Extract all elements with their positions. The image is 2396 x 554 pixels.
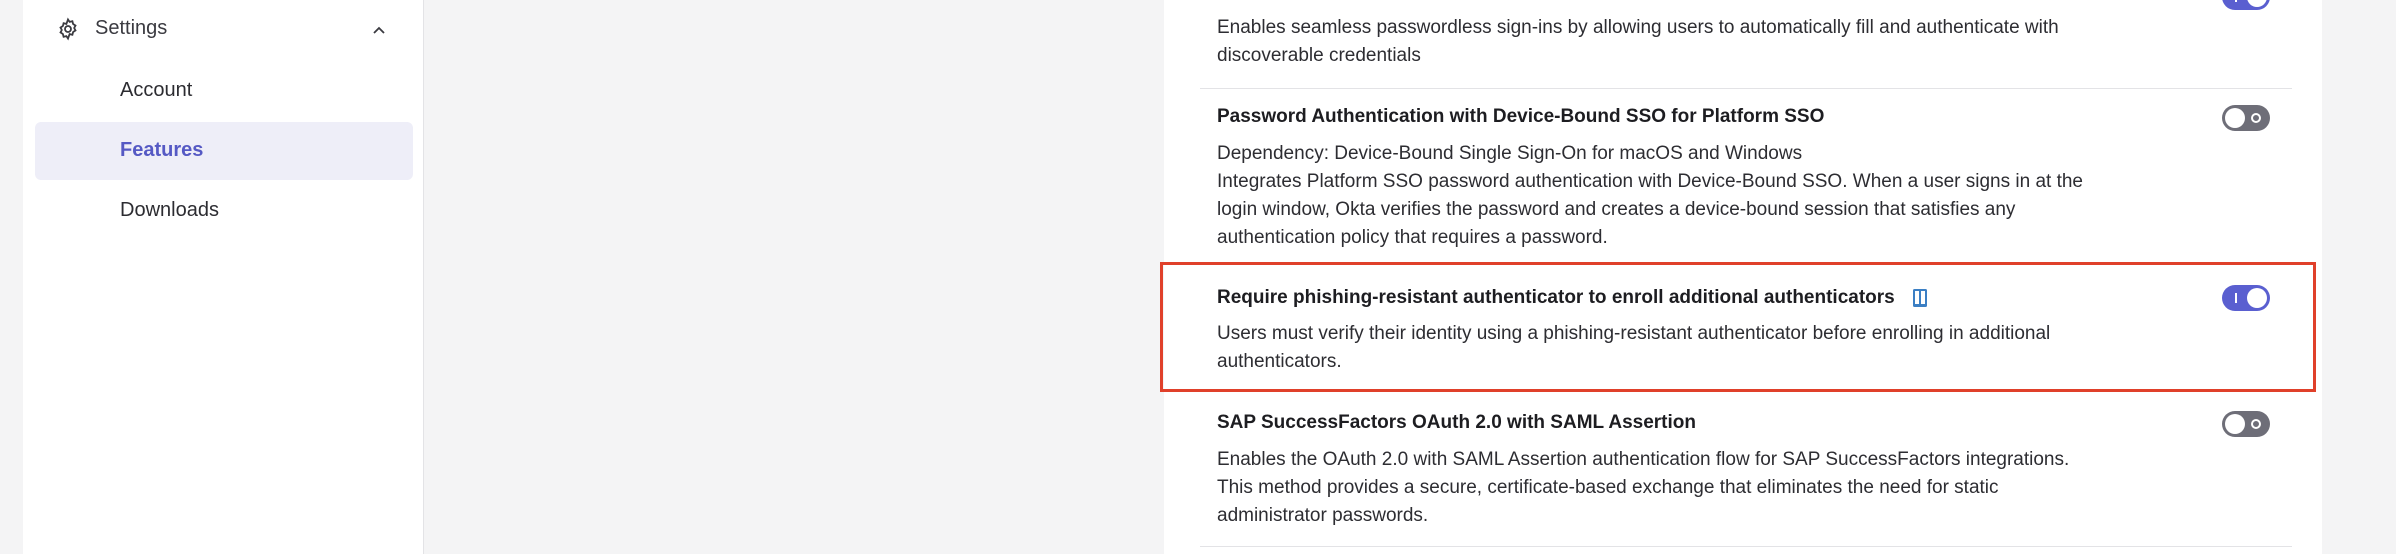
gear-icon: [59, 17, 77, 41]
feature-description: Enables the OAuth 2.0 with SAML Assertio…: [1217, 446, 2122, 530]
feature-description-line: Users must verify their identity using a…: [1217, 323, 2051, 344]
toggle-off-mark: [2251, 419, 2261, 429]
feature-toggle[interactable]: [2222, 285, 2270, 311]
feature-row: Password Authentication with Device-Boun…: [1164, 88, 2322, 260]
feature-description-line: discoverable credentials: [1217, 45, 1421, 66]
toggle-knob: [2247, 0, 2267, 7]
toggle-knob: [2225, 108, 2245, 128]
feature-description-line: Integrates Platform SSO password authent…: [1217, 171, 2083, 192]
feature-title: Password Authentication with Device-Boun…: [1217, 106, 1825, 127]
features-panel: Enables seamless passwordless sign-ins b…: [1164, 0, 2322, 554]
feature-description-line: authenticators.: [1217, 351, 1342, 372]
feature-description-line: authentication policy that requires a pa…: [1217, 227, 1608, 248]
book-icon: [1913, 289, 1927, 307]
toggle-on-mark: [2235, 293, 2237, 303]
feature-description-line: Enables the OAuth 2.0 with SAML Assertio…: [1217, 449, 2070, 470]
feature-description: Users must verify their identity using a…: [1217, 320, 2122, 376]
feature-row: SAP SuccessFactors OAuth 2.0 with SAML A…: [1164, 392, 2322, 554]
feature-toggle[interactable]: [2222, 0, 2270, 10]
toggle-knob: [2247, 288, 2267, 308]
feature-description-line: This method provides a secure, certifica…: [1217, 477, 1999, 498]
sidebar-item-downloads[interactable]: Downloads: [35, 182, 413, 240]
sidebar-item-label: Features: [120, 139, 204, 161]
feature-description-line: Enables seamless passwordless sign-ins b…: [1217, 17, 2059, 38]
settings-sidebar: Settings Account Features Downloads: [23, 0, 424, 554]
sidebar-item-features[interactable]: Features: [35, 122, 413, 180]
toggle-knob: [2225, 414, 2245, 434]
feature-description: Dependency: Device-Bound Single Sign-On …: [1217, 140, 2122, 252]
feature-toggle[interactable]: [2222, 105, 2270, 131]
settings-label: Settings: [95, 17, 168, 39]
feature-description-line: administrator passwords.: [1217, 505, 1429, 526]
toggle-off-mark: [2251, 113, 2261, 123]
feature-title: SAP SuccessFactors OAuth 2.0 with SAML A…: [1217, 412, 1696, 433]
divider: [1200, 546, 2292, 547]
feature-description-line: Dependency: Device-Bound Single Sign-On …: [1217, 143, 1803, 164]
sidebar-item-account[interactable]: Account: [35, 62, 413, 120]
feature-title: Require phishing-resistant authenticator…: [1217, 287, 1895, 308]
feature-description: Enables seamless passwordless sign-ins b…: [1217, 14, 2122, 70]
feature-row: Require phishing-resistant authenticator…: [1164, 262, 2322, 392]
sidebar-item-label: Account: [120, 79, 193, 101]
feature-toggle[interactable]: [2222, 411, 2270, 437]
feature-description-line: login window, Okta verifies the password…: [1217, 199, 2016, 220]
chevron-up-icon[interactable]: [369, 20, 389, 40]
settings-section-header[interactable]: Settings: [23, 0, 423, 58]
sidebar-item-label: Downloads: [120, 199, 219, 221]
toggle-on-mark: [2235, 0, 2237, 2]
feature-row: Enables seamless passwordless sign-ins b…: [1164, 0, 2322, 88]
